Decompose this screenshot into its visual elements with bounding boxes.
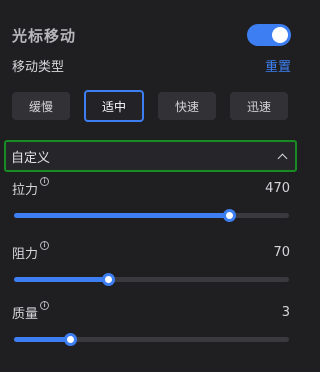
info-icon[interactable]: i [40, 300, 50, 310]
slider-value: 3 [281, 304, 290, 320]
slider-track[interactable] [14, 273, 289, 286]
move-type-row: 移动类型 重置 [12, 54, 291, 76]
slider-value: 470 [265, 180, 290, 196]
slider-value: 70 [273, 244, 290, 260]
reset-link[interactable]: 重置 [265, 56, 291, 75]
toggle-knob [272, 27, 288, 43]
info-icon[interactable]: i [40, 176, 50, 186]
slider-label-text: 拉力 [12, 182, 39, 198]
move-type-label: 移动类型 [12, 59, 65, 75]
slider-pull: 拉力 i 470 [12, 176, 290, 238]
panel-header: 光标移动 [12, 20, 291, 50]
slider-handle[interactable] [223, 209, 236, 222]
slider-handle[interactable] [64, 333, 77, 346]
mode-button-rapid[interactable]: 迅速 [230, 92, 288, 120]
slider-fill [14, 337, 70, 342]
chevron-up-icon [277, 151, 287, 161]
slider-label: 拉力 i [12, 176, 50, 198]
slider-label: 质量 i [12, 300, 50, 322]
slider-track[interactable] [14, 209, 289, 222]
slider-track[interactable] [14, 333, 289, 346]
slider-resistance: 阻力 i 70 [12, 240, 290, 302]
slider-mass: 质量 i 3 [12, 300, 290, 362]
custom-section-header[interactable]: 自定义 [4, 140, 297, 172]
mode-buttons: 缓慢 适中 快速 迅速 [12, 90, 288, 122]
cursor-movement-toggle[interactable] [247, 24, 291, 46]
custom-label: 自定义 [11, 150, 51, 166]
panel-title: 光标移动 [12, 26, 77, 45]
mode-button-fast[interactable]: 快速 [158, 92, 216, 120]
slider-label: 阻力 i [12, 240, 50, 262]
mode-button-slow[interactable]: 缓慢 [12, 92, 70, 120]
slider-fill [14, 277, 108, 282]
slider-label-text: 阻力 [12, 246, 39, 262]
slider-label-text: 质量 [12, 306, 39, 322]
slider-handle[interactable] [102, 273, 115, 286]
slider-fill [14, 213, 229, 218]
mode-button-medium[interactable]: 适中 [84, 90, 144, 122]
info-icon[interactable]: i [40, 240, 50, 250]
cursor-movement-panel: 光标移动 移动类型 重置 缓慢 适中 快速 迅速 自定义 拉力 i 470 阻力… [0, 0, 301, 372]
